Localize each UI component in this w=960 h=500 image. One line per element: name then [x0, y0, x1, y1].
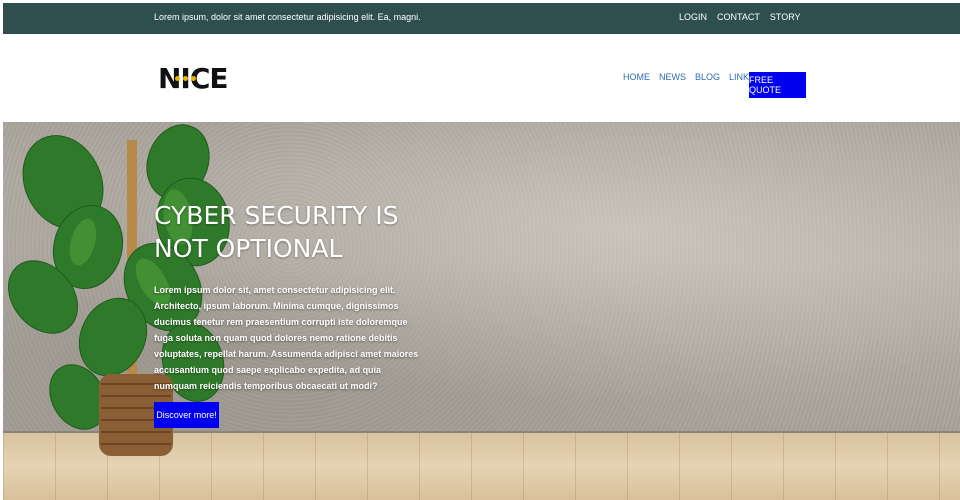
- top-bar-links: LOGIN CONTACT STORY: [679, 12, 801, 22]
- top-bar-tagline: Lorem ipsum, dolor sit amet consectetur …: [154, 12, 421, 22]
- hero-body-text: Lorem ipsum dolor sit, amet consectetur …: [154, 285, 419, 391]
- contact-link[interactable]: CONTACT: [717, 12, 760, 22]
- site-logo[interactable]: NICE: [158, 64, 229, 94]
- logo-mark-dots: [175, 76, 205, 82]
- page: Lorem ipsum, dolor sit amet consectetur …: [3, 3, 960, 500]
- hero-section: CYBER SECURITY IS NOT OPTIONAL Lorem ips…: [3, 122, 960, 500]
- hero-title: CYBER SECURITY IS NOT OPTIONAL: [154, 201, 399, 263]
- main-nav: HOME NEWS BLOG LINKS: [623, 72, 755, 82]
- nav-item-blog[interactable]: BLOG: [695, 72, 720, 82]
- story-link[interactable]: STORY: [770, 12, 801, 22]
- login-link[interactable]: LOGIN: [679, 12, 707, 22]
- site-header: NICE HOME NEWS BLOG LINKS FREE QUOTE: [3, 34, 960, 122]
- discover-more-button[interactable]: Discover more!: [154, 402, 219, 428]
- nav-item-home[interactable]: HOME: [623, 72, 650, 82]
- free-quote-button[interactable]: FREE QUOTE: [749, 72, 806, 98]
- top-bar: Lorem ipsum, dolor sit amet consectetur …: [3, 3, 960, 34]
- nav-item-news[interactable]: NEWS: [659, 72, 686, 82]
